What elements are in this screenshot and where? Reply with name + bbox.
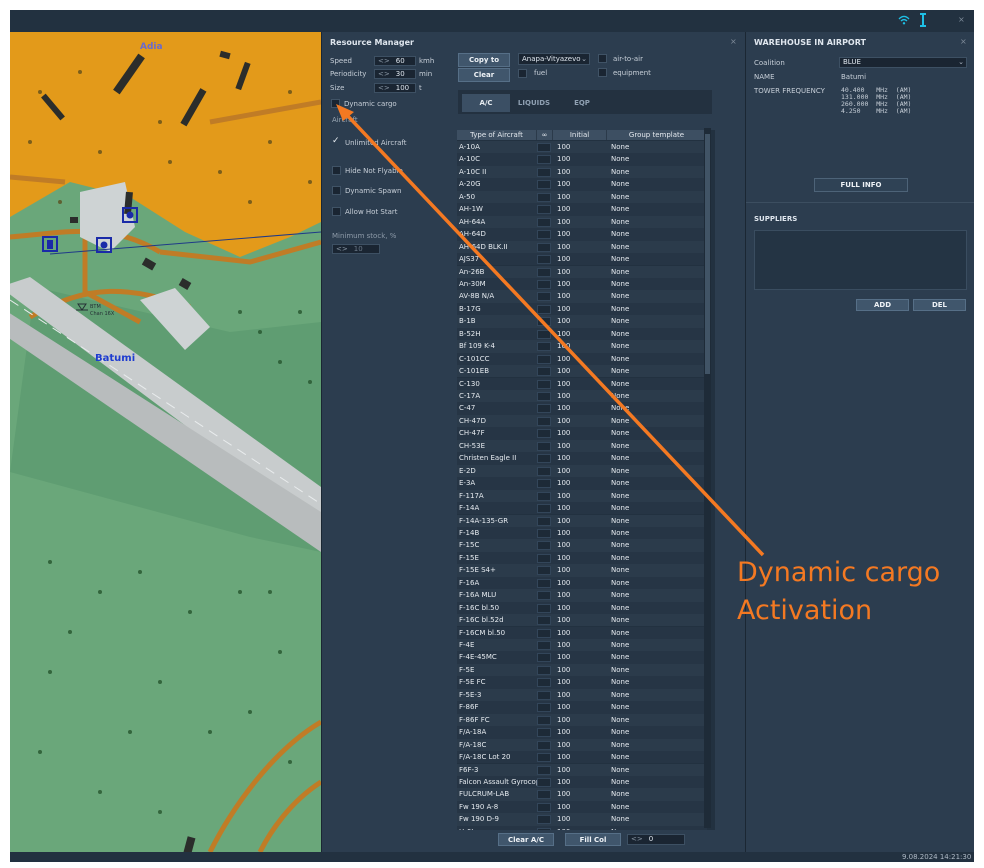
annotation-line-1: Dynamic cargo: [737, 557, 941, 588]
annotation-arrow: [336, 104, 765, 557]
annotation-text: Dynamic cargo Activation: [737, 554, 977, 630]
annotation-line-2: Activation: [737, 595, 873, 626]
